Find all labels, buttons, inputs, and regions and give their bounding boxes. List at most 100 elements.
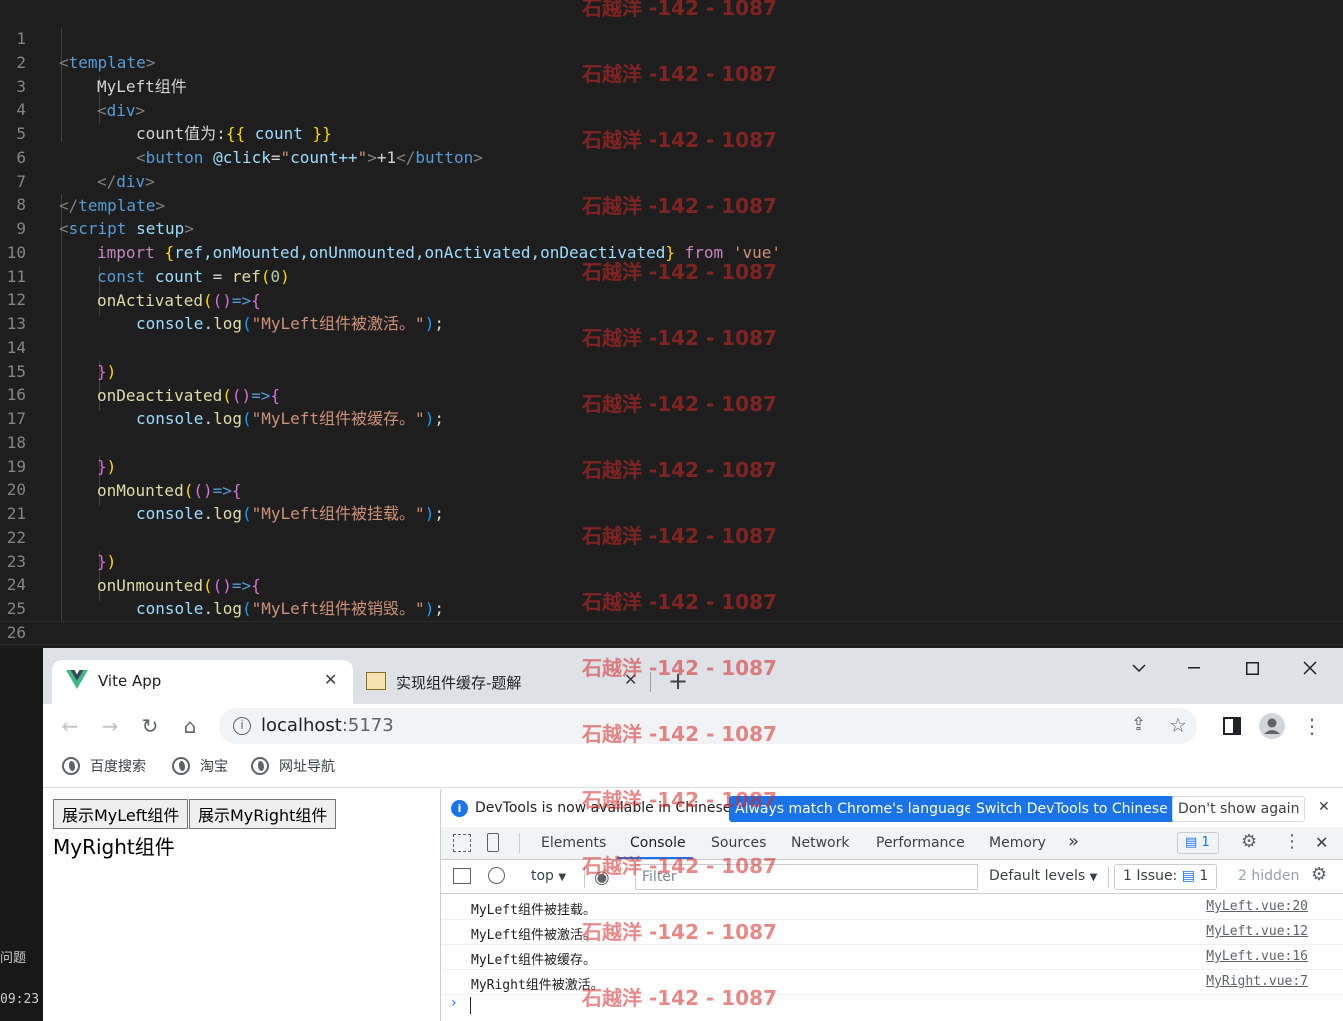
source-link[interactable]: MyRight.vue:7 bbox=[1206, 974, 1308, 989]
console-message: MyLeft组件被挂载。 MyLeft.vue:20 bbox=[441, 895, 1343, 920]
bookmarks-bar: 百度搜索 淘宝 网址导航 bbox=[43, 748, 1343, 788]
inspect-icon[interactable] bbox=[453, 834, 471, 852]
source-link[interactable]: MyLeft.vue:16 bbox=[1206, 949, 1308, 964]
site-favicon-icon bbox=[366, 672, 386, 690]
more-options-icon[interactable]: ⋮ bbox=[1283, 831, 1301, 852]
source-link[interactable]: MyLeft.vue:20 bbox=[1206, 899, 1308, 914]
close-devtools-icon[interactable]: ✕ bbox=[1315, 833, 1328, 852]
divider bbox=[1108, 866, 1109, 888]
page-viewport: 展示MyLeft组件 展示MyRight组件 MyRight组件 bbox=[43, 789, 440, 1021]
globe-icon bbox=[62, 757, 80, 775]
hidden-count: 2 hidden bbox=[1238, 868, 1300, 884]
tab-search-icon[interactable] bbox=[1125, 656, 1153, 680]
watermark: 石越洋 -142 - 1087 bbox=[582, 194, 777, 218]
bookmark-item[interactable]: 百度搜索 bbox=[62, 756, 146, 776]
info-icon: i bbox=[451, 800, 468, 817]
watermark: 石越洋 -142 - 1087 bbox=[582, 326, 777, 350]
code-line[interactable]: 5 <button @click="count++">+1</button> bbox=[0, 98, 1343, 167]
watermark: 石越洋 -142 - 1087 bbox=[582, 458, 777, 482]
code-line[interactable]: 19 onMounted(()=>{ bbox=[0, 431, 1343, 500]
problems-label[interactable]: 问题 bbox=[0, 947, 26, 966]
more-menu-icon[interactable]: ⋮ bbox=[1298, 712, 1326, 740]
watermark: 石越洋 -142 - 1087 bbox=[582, 62, 777, 86]
bookmark-item[interactable]: 网址导航 bbox=[251, 756, 335, 776]
language-banner: i DevTools is now available in Chinese! … bbox=[441, 789, 1343, 827]
close-icon[interactable]: ✕ bbox=[324, 670, 337, 689]
watermark: 石越洋 -142 - 1087 bbox=[582, 722, 777, 746]
watermark: 石越洋 -142 - 1087 bbox=[582, 260, 777, 284]
dont-show-again-button[interactable]: Don't show again bbox=[1172, 796, 1306, 822]
code-line-current[interactable]: 27 </script> bbox=[0, 621, 1343, 645]
settings-gear-icon[interactable]: ⚙ bbox=[1241, 831, 1257, 852]
forward-icon[interactable]: → bbox=[96, 712, 124, 740]
code-line[interactable]: 24 console.log("MyLeft组件被销毁。"); bbox=[0, 549, 1343, 618]
watermark: 石越洋 -142 - 1087 bbox=[582, 986, 777, 1010]
watermark: 石越洋 -142 - 1087 bbox=[582, 590, 777, 614]
console-message: MyLeft组件被激活。 MyLeft.vue:12 bbox=[441, 920, 1343, 945]
vue-logo-icon bbox=[66, 670, 88, 694]
profile-avatar-icon[interactable] bbox=[1258, 712, 1286, 740]
side-panel-icon[interactable] bbox=[1218, 712, 1246, 740]
tab-console[interactable]: Console bbox=[630, 835, 686, 851]
code-line[interactable]: 2 MyLeft组件 bbox=[0, 27, 1343, 96]
code-line[interactable]: 10 const count = ref(0) bbox=[0, 217, 1343, 286]
side-panel-fragment: 问题 09:23 bbox=[0, 648, 43, 1021]
tab-title: Vite App bbox=[98, 672, 162, 690]
tab-vite-app[interactable]: Vite App ✕ bbox=[52, 660, 353, 704]
close-window-icon[interactable] bbox=[1296, 656, 1324, 680]
watermark: 石越洋 -142 - 1087 bbox=[582, 0, 777, 20]
reload-icon[interactable]: ↻ bbox=[136, 712, 164, 740]
watermark: 石越洋 -142 - 1087 bbox=[582, 920, 777, 944]
back-icon[interactable]: ← bbox=[56, 712, 84, 740]
tab-sources[interactable]: Sources bbox=[711, 835, 766, 851]
context-selector[interactable]: top ▼ bbox=[531, 868, 566, 884]
tab-network[interactable]: Network bbox=[791, 835, 849, 851]
console-input-caret[interactable] bbox=[470, 997, 471, 1014]
device-toolbar-icon[interactable] bbox=[487, 833, 499, 852]
dropdown-arrow-icon: ▼ bbox=[1089, 872, 1098, 883]
issue-icon: ▤ bbox=[1181, 868, 1195, 884]
code-line[interactable]: 13 bbox=[0, 288, 1343, 333]
info-icon[interactable]: i bbox=[233, 717, 251, 735]
console-message: MyRight组件被激活。 MyRight.vue:7 bbox=[441, 970, 1343, 995]
tab-memory[interactable]: Memory bbox=[989, 835, 1046, 851]
log-levels-dropdown[interactable]: Default levels ▼ bbox=[989, 868, 1097, 884]
tab-title: 实现组件缓存-题解 bbox=[396, 674, 522, 692]
watermark: 石越洋 -142 - 1087 bbox=[582, 854, 777, 878]
show-myright-button[interactable]: 展示MyRight组件 bbox=[189, 799, 337, 829]
dropdown-arrow-icon: ▼ bbox=[558, 872, 567, 883]
bookmark-item[interactable]: 淘宝 bbox=[172, 756, 228, 776]
watermark: 石越洋 -142 - 1087 bbox=[582, 788, 777, 812]
source-link[interactable]: MyLeft.vue:12 bbox=[1206, 924, 1308, 939]
watermark: 石越洋 -142 - 1087 bbox=[582, 392, 777, 416]
console-prompt-icon: › bbox=[451, 995, 457, 1011]
home-icon[interactable]: ⌂ bbox=[176, 712, 204, 740]
devtools-panel: i DevTools is now available in Chinese! … bbox=[440, 789, 1343, 1021]
maximize-icon[interactable] bbox=[1238, 656, 1266, 680]
devtools-tab-bar: Elements Console Sources Network Perform… bbox=[441, 827, 1343, 860]
watermark: 石越洋 -142 - 1087 bbox=[582, 524, 777, 548]
bookmark-star-icon[interactable]: ☆ bbox=[1169, 713, 1187, 737]
show-myleft-button[interactable]: 展示MyLeft组件 bbox=[53, 799, 189, 829]
clock: 09:23 bbox=[0, 992, 40, 1007]
share-icon[interactable]: ⇪ bbox=[1131, 714, 1146, 735]
url-text: localhost:5173 bbox=[261, 715, 394, 736]
code-line[interactable]: 16 console.log("MyLeft组件被缓存。"); bbox=[0, 359, 1343, 428]
console-settings-gear-icon[interactable]: ⚙ bbox=[1311, 864, 1327, 885]
more-tabs-icon[interactable]: » bbox=[1068, 831, 1079, 852]
switch-chinese-button[interactable]: Switch DevTools to Chinese bbox=[970, 796, 1174, 822]
divider bbox=[519, 833, 520, 853]
sidebar-toggle-icon[interactable] bbox=[453, 868, 471, 884]
message-icon: ▤ bbox=[1185, 835, 1198, 850]
console-message: MyLeft组件被缓存。 MyLeft.vue:16 bbox=[441, 945, 1343, 970]
messages-badge[interactable]: ▤ 1 bbox=[1177, 832, 1219, 854]
issues-button[interactable]: 1 Issue: ▤ 1 bbox=[1114, 864, 1218, 890]
globe-icon bbox=[251, 757, 269, 775]
clear-console-icon[interactable] bbox=[488, 867, 505, 884]
tab-elements[interactable]: Elements bbox=[541, 835, 606, 851]
minimize-icon[interactable] bbox=[1180, 656, 1208, 680]
console-filter-bar: top ▼ ◉ Filter Default levels ▼ 1 Issue:… bbox=[441, 860, 1343, 894]
close-icon[interactable]: ✕ bbox=[1318, 799, 1330, 815]
browser-window: Vite App ✕ 实现组件缓存-题解 ✕ + ← → ↻ ⌂ i local… bbox=[43, 648, 1343, 1021]
tab-performance[interactable]: Performance bbox=[876, 835, 965, 851]
